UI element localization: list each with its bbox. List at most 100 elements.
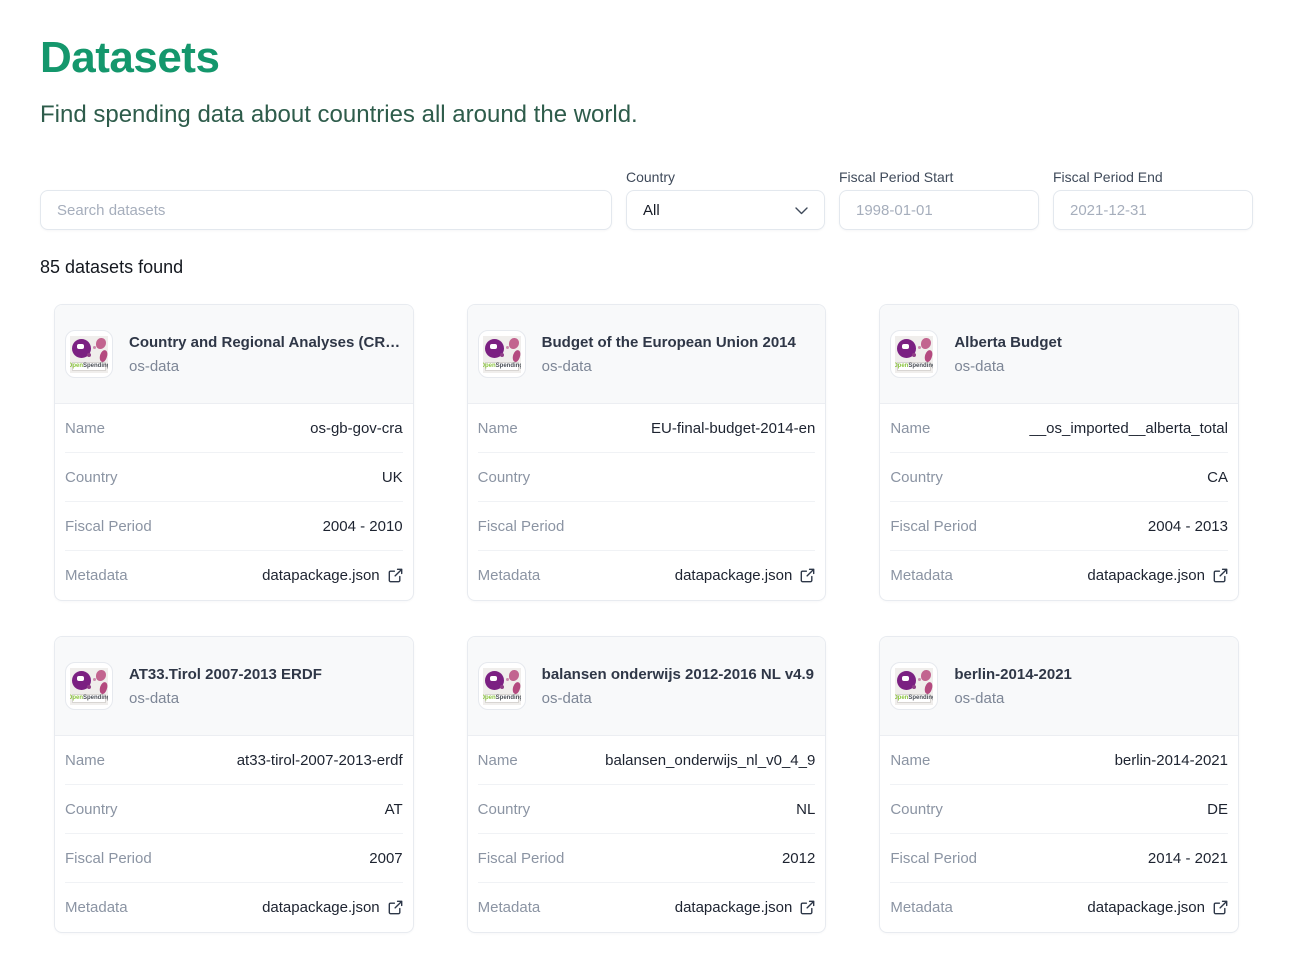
country-row: Country DE [890,785,1228,834]
metadata-row: Metadata datapackage.json [65,883,403,932]
datapackage-link[interactable]: datapackage.json [675,567,816,584]
country-label: Country [478,801,531,818]
openspending-logo-icon: OpenSpending [478,662,526,710]
country-row: Country UK [65,453,403,502]
name-row: Name at33-tirol-2007-2013-erdf [65,736,403,785]
name-row: Name balansen_onderwijs_nl_v0_4_9 [478,736,816,785]
external-link-icon [388,568,403,583]
dataset-card-header: OpenSpending Budget of the European Unio… [468,305,826,404]
dataset-title: Country and Regional Analyses (CRA) - UK… [129,334,403,352]
country-label: Country [890,469,943,486]
name-label: Name [478,420,518,437]
dataset-owner: os-data [129,358,403,375]
fiscal-period-row: Fiscal Period 2007 [65,834,403,883]
dataset-card-header: OpenSpending Country and Regional Analys… [55,305,413,404]
fiscal-period-value: 2014 - 2021 [1148,850,1228,867]
country-label: Country [65,469,118,486]
metadata-row: Metadata datapackage.json [890,551,1228,600]
country-filter-label: Country [626,170,825,184]
datapackage-link-label: datapackage.json [675,899,793,916]
fiscal-period-value: 2004 - 2013 [1148,518,1228,535]
fiscal-period-start-filter: Fiscal Period Start [839,170,1039,230]
metadata-label: Metadata [478,899,541,916]
name-label: Name [65,752,105,769]
results-count: 85 datasets found [40,257,1253,278]
metadata-row: Metadata datapackage.json [890,883,1228,932]
country-value: AT [385,801,403,818]
datapackage-link-label: datapackage.json [1087,899,1205,916]
search-filter [40,190,612,230]
metadata-label: Metadata [890,567,953,584]
datapackage-link[interactable]: datapackage.json [1087,899,1228,916]
fiscal-period-row: Fiscal Period 2004 - 2013 [890,502,1228,551]
datapackage-link-label: datapackage.json [262,567,380,584]
dataset-card-body: Name EU-final-budget-2014-en Country Fis… [468,404,826,600]
metadata-row: Metadata datapackage.json [65,551,403,600]
fiscal-period-label: Fiscal Period [65,518,152,535]
dataset-owner: os-data [542,690,814,707]
fiscal-period-row: Fiscal Period 2014 - 2021 [890,834,1228,883]
name-value: at33-tirol-2007-2013-erdf [237,752,403,769]
country-select[interactable]: All [626,190,825,230]
external-link-icon [1213,900,1228,915]
openspending-logo-icon: OpenSpending [478,330,526,378]
metadata-row: Metadata datapackage.json [478,883,816,932]
name-value: EU-final-budget-2014-en [651,420,815,437]
name-value: os-gb-gov-cra [310,420,403,437]
dataset-owner: os-data [954,358,1062,375]
fiscal-period-value: 2012 [782,850,815,867]
metadata-row: Metadata datapackage.json [478,551,816,600]
name-row: Name EU-final-budget-2014-en [478,404,816,453]
country-value: NL [796,801,815,818]
country-label: Country [65,801,118,818]
country-filter: Country All [626,170,825,230]
fiscal-period-label: Fiscal Period [478,518,565,535]
fiscal-period-row: Fiscal Period 2004 - 2010 [65,502,403,551]
dataset-card-header: OpenSpending AT33.Tirol 2007-2013 ERDF o… [55,637,413,736]
datapackage-link[interactable]: datapackage.json [675,899,816,916]
fiscal-period-start-input[interactable] [839,190,1039,230]
fiscal-period-row: Fiscal Period 2012 [478,834,816,883]
country-value: DE [1207,801,1228,818]
fiscal-period-row: Fiscal Period [478,502,816,551]
name-value: __os_imported__alberta_total [1030,420,1228,437]
dataset-owner: os-data [129,690,322,707]
dataset-title: balansen onderwijs 2012-2016 NL v4.9 [542,666,814,684]
page-title: Datasets [40,34,1253,82]
datapackage-link-label: datapackage.json [1087,567,1205,584]
dataset-card-header: OpenSpending berlin-2014-2021 os-data [880,637,1238,736]
metadata-label: Metadata [65,899,128,916]
datapackage-link[interactable]: datapackage.json [262,899,403,916]
dataset-title: berlin-2014-2021 [954,666,1072,684]
fiscal-period-start-label: Fiscal Period Start [839,170,1039,184]
page-subtitle: Find spending data about countries all a… [40,100,1253,130]
external-link-icon [800,900,815,915]
search-input[interactable] [40,190,612,230]
dataset-card-header: OpenSpending balansen onderwijs 2012-201… [468,637,826,736]
datapackage-link[interactable]: datapackage.json [262,567,403,584]
dataset-title: Alberta Budget [954,334,1062,352]
dataset-card: OpenSpending berlin-2014-2021 os-data Na… [879,636,1239,933]
country-row: Country NL [478,785,816,834]
dataset-owner: os-data [954,690,1072,707]
dataset-card-body: Name at33-tirol-2007-2013-erdf Country A… [55,736,413,932]
external-link-icon [1213,568,1228,583]
chevron-down-icon [787,202,808,219]
dataset-card-header: OpenSpending Alberta Budget os-data [880,305,1238,404]
filters-bar: Country All Fiscal Period Start Fiscal P… [40,170,1253,230]
dataset-card-body: Name berlin-2014-2021 Country DE Fiscal … [880,736,1238,932]
datasets-page: Datasets Find spending data about countr… [0,0,1293,933]
dataset-card: OpenSpending Alberta Budget os-data Name… [879,304,1239,601]
name-row: Name os-gb-gov-cra [65,404,403,453]
fiscal-period-label: Fiscal Period [65,850,152,867]
fiscal-period-end-label: Fiscal Period End [1053,170,1253,184]
country-value: UK [382,469,403,486]
fiscal-period-end-input[interactable] [1053,190,1253,230]
metadata-label: Metadata [65,567,128,584]
name-label: Name [65,420,105,437]
country-row: Country AT [65,785,403,834]
fiscal-period-end-filter: Fiscal Period End [1053,170,1253,230]
datapackage-link[interactable]: datapackage.json [1087,567,1228,584]
name-label: Name [890,420,930,437]
openspending-logo-icon: OpenSpending [65,662,113,710]
